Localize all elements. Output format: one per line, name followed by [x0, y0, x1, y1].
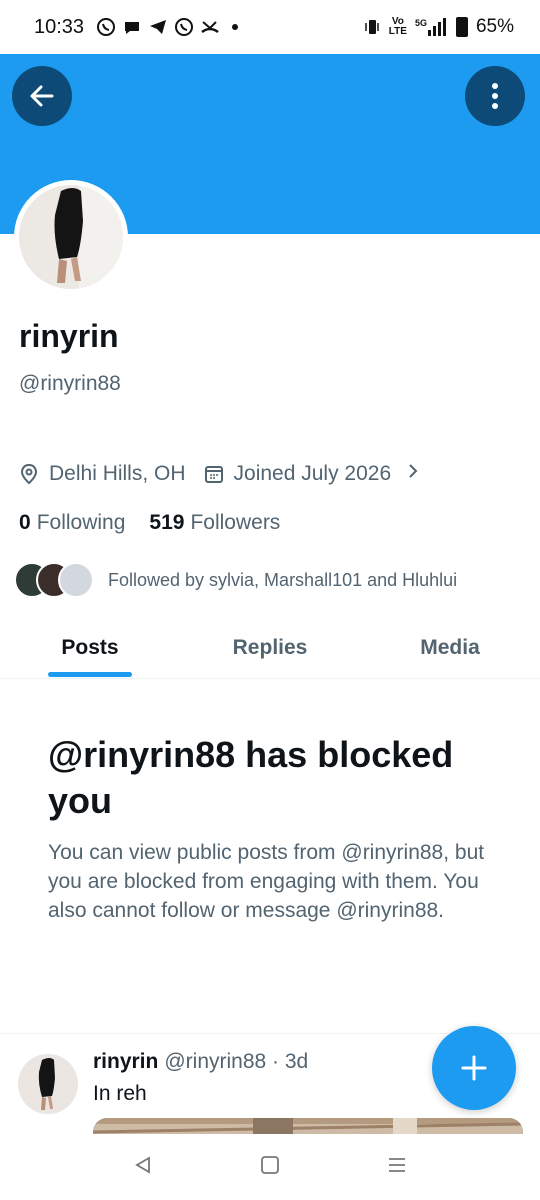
- followers-label: Followers: [190, 511, 281, 534]
- nav-back-button[interactable]: [133, 1155, 153, 1180]
- square-home-icon: [261, 1155, 279, 1174]
- battery-icon: [455, 17, 468, 37]
- following-link[interactable]: 0 Following: [19, 511, 125, 535]
- status-bar: 10:33 Vo LTE 5G 65%: [0, 0, 540, 54]
- missed-call-icon: [201, 21, 219, 34]
- chat-bubble-icon: [125, 22, 140, 34]
- nav-recents-button[interactable]: [387, 1155, 407, 1180]
- calendar-icon: [204, 464, 224, 484]
- signal-indicator: 5G: [415, 18, 448, 36]
- volte-bottom: LTE: [388, 26, 407, 37]
- tab-media[interactable]: Media: [360, 618, 540, 678]
- post-header: rinyrin @rinyrin88 · 3d: [93, 1050, 308, 1074]
- profile-handle: @rinyrin88: [19, 372, 121, 395]
- triangle-back-icon: [135, 1155, 151, 1174]
- followers-link[interactable]: 519 Followers: [149, 511, 280, 535]
- post-author-name[interactable]: rinyrin: [93, 1050, 158, 1073]
- arrow-left-icon: [30, 85, 54, 107]
- followed-by-text: Followed by sylvia, Marshall101 and Hluh…: [108, 569, 458, 590]
- menu-lines-icon: [388, 1157, 405, 1172]
- system-indicators: Vo LTE 5G 65%: [363, 16, 514, 38]
- tab-posts[interactable]: Posts: [0, 618, 180, 678]
- telegram-icon: [150, 20, 167, 34]
- nav-home-button[interactable]: [260, 1155, 280, 1180]
- compose-button[interactable]: [432, 1026, 516, 1110]
- whatsapp-icon: [175, 18, 194, 36]
- battery-percent: 65%: [475, 16, 514, 37]
- profile-avatar[interactable]: [14, 180, 128, 294]
- follower-avatar: [58, 562, 94, 598]
- following-count: 0: [19, 511, 31, 534]
- signal-bars-icon: [427, 18, 446, 36]
- network-type-label: 5G: [414, 18, 427, 28]
- back-button[interactable]: [12, 66, 72, 126]
- profile-meta: Delhi Hills, OH Joined July 2026: [19, 462, 419, 486]
- following-label: Following: [36, 511, 126, 534]
- system-nav-bar: [0, 1134, 540, 1200]
- whatsapp-icon: [97, 18, 116, 36]
- followed-by-row[interactable]: Followed by sylvia, Marshall101 and Hluh…: [14, 562, 457, 598]
- chevron-right-icon[interactable]: [407, 462, 419, 486]
- profile-name: rinyrin: [19, 318, 119, 354]
- blocked-notice: @rinyrin88 has blocked you You can view …: [48, 732, 498, 925]
- status-time: 10:33: [34, 15, 85, 38]
- tab-replies[interactable]: Replies: [180, 618, 360, 678]
- blocked-description: You can view public posts from @rinyrin8…: [48, 841, 485, 922]
- follow-stats: 0 Following 519 Followers: [19, 511, 280, 535]
- more-notifications-dot: [232, 24, 239, 30]
- post-meta: @rinyrin88 · 3d: [164, 1050, 309, 1073]
- avatar-image: [19, 185, 123, 289]
- vibrate-icon: [365, 20, 379, 34]
- post-avatar[interactable]: [18, 1054, 78, 1114]
- notification-icons: [96, 17, 239, 37]
- blocked-title: @rinyrin88 has blocked you: [48, 734, 454, 821]
- post-text: In reh: [93, 1082, 147, 1105]
- volte-indicator: Vo LTE: [389, 17, 407, 37]
- profile-location: Delhi Hills, OH: [49, 462, 186, 485]
- plus-icon: [461, 1055, 487, 1081]
- followers-count: 519: [149, 511, 185, 534]
- profile-joined: Joined July 2026: [233, 462, 392, 485]
- map-pin-icon: [19, 463, 39, 485]
- profile-tabs: Posts Replies Media: [0, 618, 540, 679]
- more-options-button[interactable]: [465, 66, 525, 126]
- vertical-dots-icon: [492, 83, 498, 109]
